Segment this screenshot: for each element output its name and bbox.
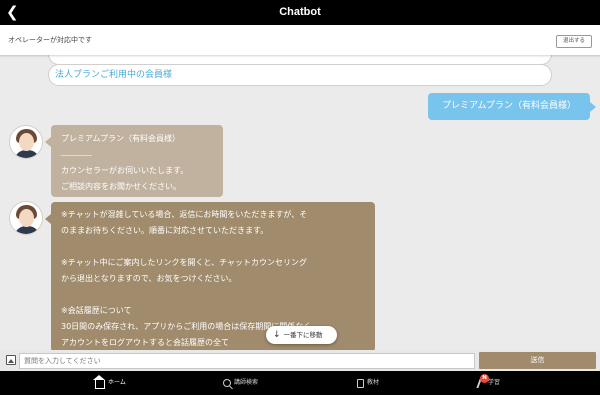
notice-line: から退出となりますので、お気をつけください。 [61,274,237,283]
user-message-bubble: プレミアムプラン（有料会員様） [428,93,596,120]
top-bar: ❮ Chatbot [0,0,600,25]
notice-line: ※会話履歴について [61,306,132,315]
message-input-bar: 送信 [0,350,600,371]
tab-teacher-search[interactable]: 講師検索 [223,371,258,395]
send-button[interactable]: 送信 [479,352,596,369]
notice-line: ※チャット中にご案内したリンクを開くと、チャットカウンセリング [61,258,308,267]
bot-message-line: プレミアムプラン（有料会員様） [61,134,180,143]
notice-line: のままお待ちください。順番に対応させていただきます。 [61,226,269,235]
search-icon [223,379,231,387]
arrow-down-icon: ↓ [273,330,281,340]
message-input[interactable] [19,353,475,369]
page-title: Chatbot [279,6,321,18]
bot-message-line: カウンセラーがお伺いいたします。 [61,166,189,175]
book-icon [357,378,364,388]
image-icon[interactable] [6,355,16,365]
exit-button[interactable]: 退出する [556,35,592,48]
bottom-tab-bar: ホーム 講師検索 教材 学習 [0,371,600,395]
scroll-to-bottom-button[interactable]: ↓ 一番下に移動 [266,326,337,344]
tab-home[interactable]: ホーム [93,371,126,395]
new-badge: N [480,374,489,383]
chat-area[interactable]: 法人プランご利用中の会員様 プレミアムプラン（有料会員様） プレミアムプラン（有… [0,55,600,350]
option-button-corporate[interactable]: 法人プランご利用中の会員様 [48,64,552,86]
bot-message-divider: ――――― [61,151,92,159]
scroll-to-bottom-label: 一番下に移動 [283,331,323,339]
bot-message-bubble: プレミアムプラン（有料会員様） ――――― カウンセラーがお伺いいたします。 ご… [45,125,223,197]
home-icon [93,374,105,389]
bot-message-line: ご相談内容をお聞かせください。 [61,182,181,191]
tab-materials[interactable]: 教材 [357,371,379,395]
notice-line: ※チャットが混雑している場合、返信にお時間をいただきますが、そ [61,210,308,219]
counselor-avatar [9,125,43,159]
operator-status-bar: オペレーターが対応中です 退出する [0,25,600,55]
operator-status-text: オペレーターが対応中です [8,36,92,44]
counselor-avatar [9,201,43,235]
